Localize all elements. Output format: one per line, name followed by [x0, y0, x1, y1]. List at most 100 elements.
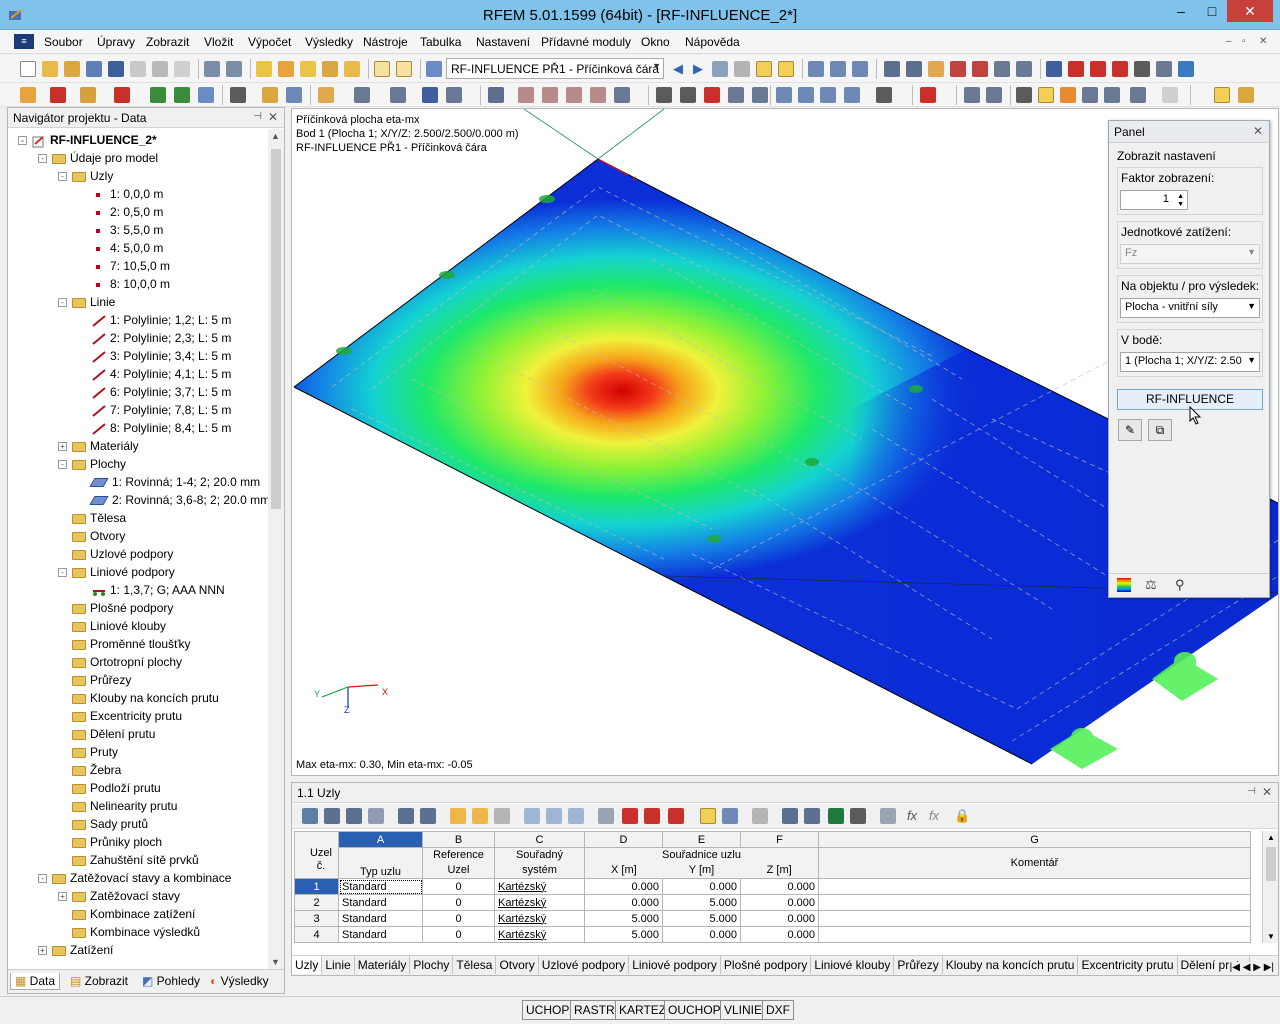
zoom-all-icon[interactable]: [656, 87, 672, 103]
object-select[interactable]: Plocha - vnitřní síly ▼: [1120, 298, 1260, 318]
tree-item[interactable]: 7: Polylinie; 7,8; L: 5 m: [78, 401, 231, 419]
new-hinge-icon[interactable]: [174, 87, 190, 103]
table-select-icon[interactable]: [302, 808, 318, 824]
status-rastr[interactable]: RASTR: [570, 1000, 619, 1020]
save-icon[interactable]: [108, 61, 124, 77]
menu-nastaveni[interactable]: Nastavení: [476, 35, 530, 49]
tree-item[interactable]: - Plochy: [58, 455, 126, 473]
function-icon[interactable]: fx: [904, 808, 920, 824]
cell-y[interactable]: 5.000: [662, 910, 741, 927]
tree-item[interactable]: Podloží prutu: [58, 779, 161, 797]
next-case-icon[interactable]: ▶: [690, 61, 706, 77]
previous-case-icon[interactable]: ◀: [670, 61, 686, 77]
table-tab[interactable]: Tělesa: [453, 956, 497, 974]
table-tab[interactable]: Plošné podpory: [721, 956, 812, 974]
new-member-icon[interactable]: [114, 87, 130, 103]
pin-icon[interactable]: ⊣: [1247, 786, 1256, 797]
options-icon[interactable]: [1238, 87, 1254, 103]
col-letter-e[interactable]: E: [662, 831, 741, 848]
table-insert-row-icon[interactable]: [324, 808, 340, 824]
filter-icon[interactable]: ⚲: [1175, 577, 1185, 593]
table-tab[interactable]: Linie: [322, 956, 355, 974]
table-tab[interactable]: Materiály: [355, 956, 411, 974]
connect-icon[interactable]: [614, 87, 630, 103]
view-support-icon[interactable]: [928, 61, 944, 77]
cell-z[interactable]: 0.000: [740, 910, 819, 927]
table-paste-icon[interactable]: [568, 808, 584, 824]
pointer-icon[interactable]: [920, 87, 936, 103]
tree-item[interactable]: Průniky ploch: [58, 833, 162, 851]
solid-model-icon[interactable]: [1038, 87, 1054, 103]
table-jump-icon[interactable]: [644, 808, 660, 824]
zoom-window-icon[interactable]: [680, 87, 696, 103]
cell-reference[interactable]: 0: [422, 926, 495, 943]
tree-root[interactable]: - RF-INFLUENCE_2*: [18, 131, 157, 149]
table-print-icon[interactable]: [782, 808, 798, 824]
cell-system[interactable]: Kartézský: [494, 926, 585, 943]
tree-item[interactable]: Dělení prutu: [58, 725, 155, 743]
row-number[interactable]: 3: [294, 910, 339, 927]
cell-z[interactable]: 0.000: [740, 878, 819, 895]
new-node-icon[interactable]: [20, 87, 36, 103]
tree-item[interactable]: 8: 10,0,0 m: [78, 275, 170, 293]
table-tab[interactable]: Liniové klouby: [811, 956, 895, 974]
pan-icon[interactable]: [322, 61, 338, 77]
tree-item[interactable]: 4: Polylinie; 4,1; L: 5 m: [78, 365, 231, 383]
table-tab[interactable]: Průřezy: [894, 956, 943, 974]
table-tab[interactable]: Plochy: [410, 956, 454, 974]
mdi-restore-icon[interactable]: ▫: [1242, 36, 1246, 47]
view-xz-icon[interactable]: [752, 87, 768, 103]
tree-item[interactable]: - Liniové podpory: [58, 563, 175, 581]
section-icon[interactable]: [1068, 61, 1084, 77]
cell-y[interactable]: 5.000: [662, 894, 741, 911]
row-number[interactable]: 1: [294, 878, 339, 895]
calculate-icon[interactable]: [712, 61, 728, 77]
cell-comment[interactable]: [818, 926, 1251, 943]
table-tab[interactable]: Otvory: [496, 956, 539, 974]
menu-pridavne-moduly[interactable]: Přídavné moduly: [541, 35, 631, 49]
cell-typ[interactable]: Standard: [338, 894, 423, 911]
table-numbering-icon[interactable]: [880, 808, 896, 824]
view-z-icon[interactable]: [820, 87, 836, 103]
new-surface-icon[interactable]: [198, 87, 214, 103]
tree-item[interactable]: Ortotropní plochy: [58, 653, 182, 671]
search-icon[interactable]: [278, 61, 294, 77]
cell-x[interactable]: 0.000: [584, 878, 663, 895]
tree-item[interactable]: 4: 5,0,0 m: [78, 239, 163, 257]
view-load-icon[interactable]: [950, 61, 966, 77]
cell-reference[interactable]: 0: [422, 878, 495, 895]
tab-navigation[interactable]: |◀ ◀ ▶ ▶|: [1229, 962, 1274, 973]
col-letter-a[interactable]: A: [338, 831, 423, 848]
table-row[interactable]: 4 Standard 0 Kartézský 5.000 0.000 0.000: [294, 926, 1251, 943]
collapse-icon[interactable]: -: [58, 172, 67, 182]
table-sort-icon[interactable]: [472, 808, 488, 824]
table-settings-icon[interactable]: [850, 808, 866, 824]
rotate-icon[interactable]: [518, 87, 534, 103]
table-tab[interactable]: Uzly: [292, 956, 323, 974]
minimize-button[interactable]: –: [1167, 0, 1195, 22]
table-edit-icon[interactable]: [752, 808, 768, 824]
object-snap-icon[interactable]: [986, 87, 1002, 103]
scroll-thumb[interactable]: [271, 149, 281, 509]
tree-item[interactable]: 2: 0,5,0 m: [78, 203, 163, 221]
col-letter-f[interactable]: F: [740, 831, 819, 848]
cell-z[interactable]: 0.000: [740, 894, 819, 911]
new-support-icon[interactable]: [150, 87, 166, 103]
edit-icon[interactable]: [256, 61, 272, 77]
tree-item[interactable]: + Zatěžovací stavy: [58, 887, 180, 905]
tree-item[interactable]: 7: 10,5,0 m: [78, 257, 170, 275]
maximize-button[interactable]: □: [1198, 0, 1226, 22]
menu-napoveda[interactable]: Nápověda: [685, 35, 740, 49]
tree-item[interactable]: - Uzly: [58, 167, 113, 185]
tree-item[interactable]: Žebra: [58, 761, 121, 779]
tree-item[interactable]: Zahuštění sítě prvků: [58, 851, 199, 869]
table-mark-icon[interactable]: [622, 808, 638, 824]
load-wizard-icon[interactable]: [230, 87, 246, 103]
tree-item[interactable]: Otvory: [58, 527, 125, 545]
first-tab-icon[interactable]: |◀: [1230, 962, 1240, 973]
view-axes-icon[interactable]: [994, 61, 1010, 77]
show-numbering-icon[interactable]: [1130, 87, 1146, 103]
data-table-icon[interactable]: [374, 61, 390, 77]
open-folder-icon[interactable]: [42, 61, 58, 77]
scale-icon[interactable]: [566, 87, 582, 103]
